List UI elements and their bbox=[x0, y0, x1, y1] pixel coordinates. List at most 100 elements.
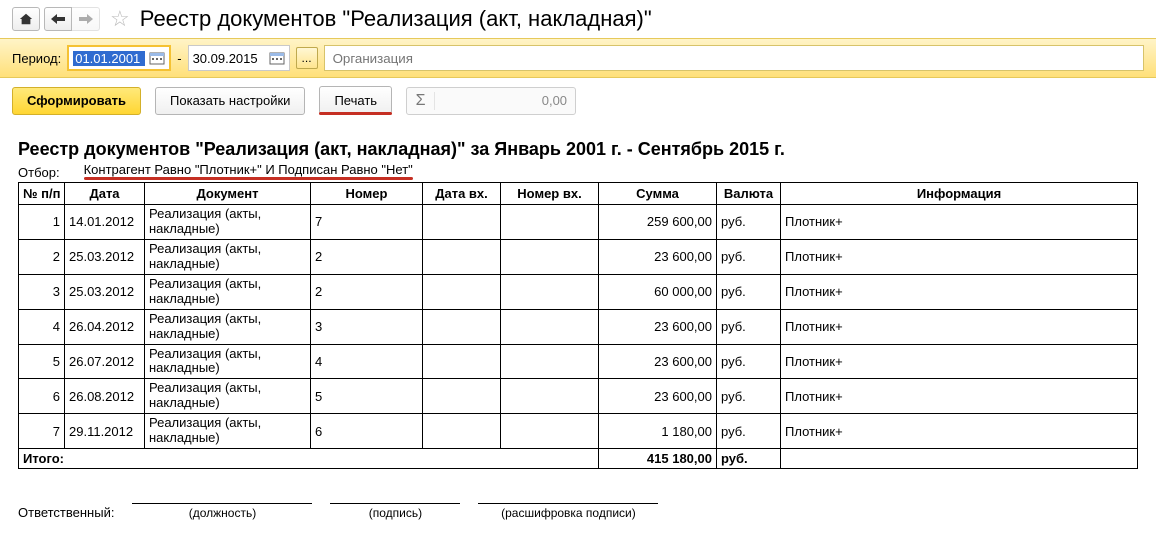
cell-num-in bbox=[501, 309, 599, 344]
cell-date-in bbox=[423, 379, 501, 414]
col-num: № п/п bbox=[19, 183, 65, 205]
cell-info: Плотник+ bbox=[781, 414, 1138, 449]
cell-sum: 23 600,00 bbox=[599, 379, 717, 414]
period-to-field[interactable]: 30.09.2015 bbox=[188, 45, 290, 71]
cell-currency: руб. bbox=[717, 239, 781, 274]
cell-info: Плотник+ bbox=[781, 379, 1138, 414]
period-to-value[interactable]: 30.09.2015 bbox=[193, 51, 265, 66]
cell-num: 2 bbox=[19, 239, 65, 274]
show-settings-button[interactable]: Показать настройки bbox=[155, 87, 305, 115]
page-title: Реестр документов "Реализация (акт, накл… bbox=[140, 6, 652, 32]
filter-value: Контрагент Равно "Плотник+" И Подписан Р… bbox=[84, 162, 413, 177]
cell-nomer: 5 bbox=[311, 379, 423, 414]
cell-info: Плотник+ bbox=[781, 344, 1138, 379]
table-row: 114.01.2012Реализация (акты, накладные)7… bbox=[19, 205, 1138, 240]
col-currency: Валюта bbox=[717, 183, 781, 205]
cell-date-in bbox=[423, 205, 501, 240]
decipher-line bbox=[478, 503, 658, 504]
col-sum: Сумма bbox=[599, 183, 717, 205]
arrow-left-icon bbox=[51, 14, 65, 24]
total-currency: руб. bbox=[717, 449, 781, 469]
cell-info: Плотник+ bbox=[781, 309, 1138, 344]
cell-date-in bbox=[423, 344, 501, 379]
cell-doc: Реализация (акты, накладные) bbox=[145, 414, 311, 449]
responsible-label: Ответственный: bbox=[18, 505, 114, 520]
cell-date: 14.01.2012 bbox=[65, 205, 145, 240]
star-icon[interactable]: ☆ bbox=[110, 6, 130, 32]
table-header-row: № п/п Дата Документ Номер Дата вх. Номер… bbox=[19, 183, 1138, 205]
home-button[interactable] bbox=[12, 7, 40, 31]
sum-indicator: Σ bbox=[406, 87, 576, 115]
generate-button[interactable]: Сформировать bbox=[12, 87, 141, 115]
table-row: 526.07.2012Реализация (акты, накладные)4… bbox=[19, 344, 1138, 379]
calendar-icon[interactable] bbox=[269, 51, 285, 65]
period-from-value[interactable]: 01.01.2001 bbox=[73, 51, 145, 66]
cell-currency: руб. bbox=[717, 414, 781, 449]
cell-nomer: 4 bbox=[311, 344, 423, 379]
table-row: 626.08.2012Реализация (акты, накладные)5… bbox=[19, 379, 1138, 414]
col-nomer: Номер bbox=[311, 183, 423, 205]
period-more-button[interactable]: ... bbox=[296, 47, 318, 69]
cell-date: 29.11.2012 bbox=[65, 414, 145, 449]
forward-button[interactable] bbox=[72, 7, 100, 31]
col-date-in: Дата вх. bbox=[423, 183, 501, 205]
calendar-icon[interactable] bbox=[149, 51, 165, 65]
report-title: Реестр документов "Реализация (акт, накл… bbox=[18, 139, 1138, 160]
cell-nomer: 6 bbox=[311, 414, 423, 449]
filter-label: Отбор: bbox=[18, 165, 60, 180]
cell-doc: Реализация (акты, накладные) bbox=[145, 205, 311, 240]
back-button[interactable] bbox=[44, 7, 72, 31]
cell-num-in bbox=[501, 205, 599, 240]
cell-num-in bbox=[501, 239, 599, 274]
arrow-right-icon bbox=[79, 14, 93, 24]
report-table: № п/п Дата Документ Номер Дата вх. Номер… bbox=[18, 182, 1138, 469]
period-from-field[interactable]: 01.01.2001 bbox=[67, 45, 171, 71]
cell-num: 6 bbox=[19, 379, 65, 414]
cell-sum: 23 600,00 bbox=[599, 239, 717, 274]
sum-value[interactable] bbox=[435, 93, 575, 108]
print-highlight bbox=[319, 112, 392, 115]
position-caption: (должность) bbox=[189, 506, 256, 520]
cell-nomer: 3 bbox=[311, 309, 423, 344]
cell-date-in bbox=[423, 309, 501, 344]
cell-currency: руб. bbox=[717, 344, 781, 379]
print-button[interactable]: Печать bbox=[319, 86, 392, 114]
home-icon bbox=[19, 12, 33, 26]
col-info: Информация bbox=[781, 183, 1138, 205]
cell-currency: руб. bbox=[717, 205, 781, 240]
total-info bbox=[781, 449, 1138, 469]
cell-date: 26.07.2012 bbox=[65, 344, 145, 379]
decipher-caption: (расшифровка подписи) bbox=[501, 506, 636, 520]
cell-date: 26.08.2012 bbox=[65, 379, 145, 414]
cell-num: 1 bbox=[19, 205, 65, 240]
cell-num-in bbox=[501, 414, 599, 449]
cell-doc: Реализация (акты, накладные) bbox=[145, 239, 311, 274]
sigma-icon: Σ bbox=[407, 92, 435, 110]
organization-input[interactable] bbox=[324, 45, 1144, 71]
cell-currency: руб. bbox=[717, 309, 781, 344]
total-sum: 415 180,00 bbox=[599, 449, 717, 469]
cell-num: 5 bbox=[19, 344, 65, 379]
table-row: 225.03.2012Реализация (акты, накладные)2… bbox=[19, 239, 1138, 274]
cell-sum: 259 600,00 bbox=[599, 205, 717, 240]
cell-num: 4 bbox=[19, 309, 65, 344]
col-doc: Документ bbox=[145, 183, 311, 205]
col-num-in: Номер вх. bbox=[501, 183, 599, 205]
cell-currency: руб. bbox=[717, 274, 781, 309]
signature-caption: (подпись) bbox=[369, 506, 422, 520]
total-label: Итого: bbox=[19, 449, 599, 469]
cell-doc: Реализация (акты, накладные) bbox=[145, 309, 311, 344]
cell-nomer: 7 bbox=[311, 205, 423, 240]
cell-nomer: 2 bbox=[311, 239, 423, 274]
cell-date-in bbox=[423, 414, 501, 449]
cell-date-in bbox=[423, 239, 501, 274]
period-dash: - bbox=[177, 51, 181, 66]
cell-date: 26.04.2012 bbox=[65, 309, 145, 344]
cell-info: Плотник+ bbox=[781, 239, 1138, 274]
cell-nomer: 2 bbox=[311, 274, 423, 309]
cell-doc: Реализация (акты, накладные) bbox=[145, 379, 311, 414]
cell-info: Плотник+ bbox=[781, 205, 1138, 240]
cell-sum: 1 180,00 bbox=[599, 414, 717, 449]
cell-sum: 60 000,00 bbox=[599, 274, 717, 309]
col-date: Дата bbox=[65, 183, 145, 205]
